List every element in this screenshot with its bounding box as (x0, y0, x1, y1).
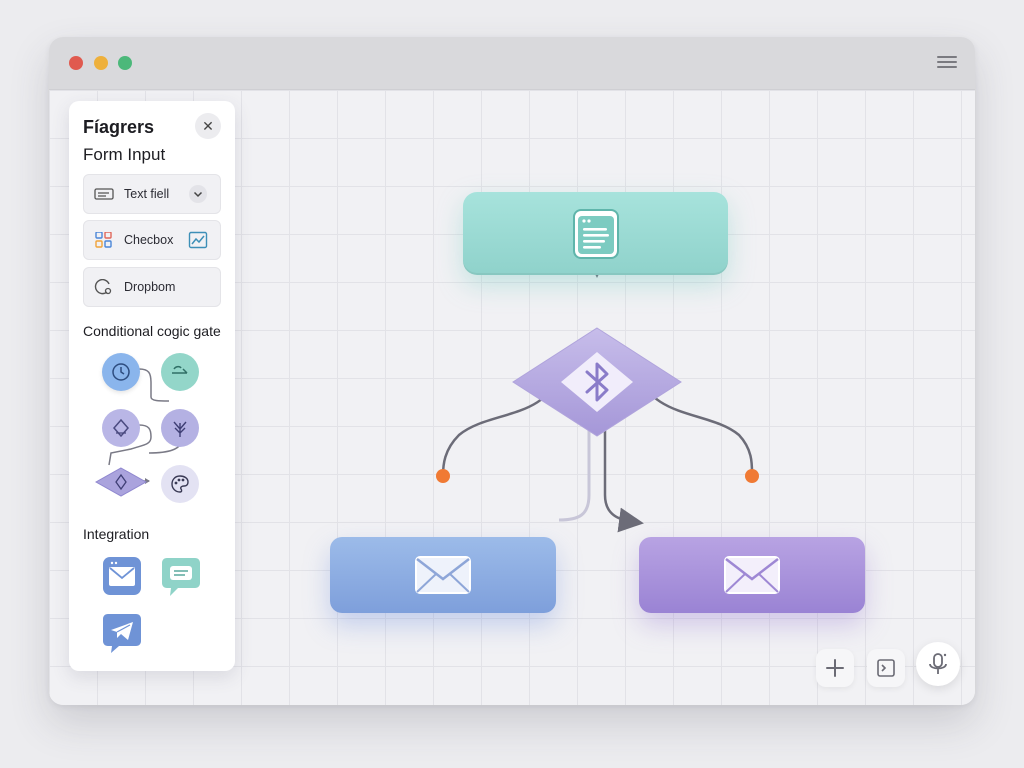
clock-gate-node[interactable] (102, 353, 140, 391)
mail-integration[interactable] (102, 556, 142, 596)
logic-gate-heading: Conditional cogic gate (83, 323, 221, 339)
component-text-field[interactable]: Text fiell (83, 174, 221, 214)
diamond-shape (512, 327, 682, 437)
logic-gate-palette (89, 353, 229, 513)
component-label: Text fiell (124, 187, 170, 201)
dropdown-icon (94, 279, 112, 295)
chat-integration[interactable] (161, 556, 201, 596)
add-button[interactable] (816, 649, 854, 687)
telegram-icon (103, 614, 141, 653)
logic-gate-node[interactable] (511, 326, 683, 438)
component-label: Dropbom (124, 280, 176, 294)
title-bar (49, 37, 975, 90)
hamburger-icon[interactable] (937, 53, 957, 73)
minimize-window-button[interactable] (94, 56, 108, 70)
envelope-icon (724, 556, 780, 594)
port-left-node (436, 469, 450, 483)
terminal-icon (877, 659, 895, 677)
email-action-node-right[interactable] (639, 537, 865, 613)
component-label: Checbox (124, 233, 174, 247)
chart-icon (188, 231, 208, 249)
form-input-heading: Form Input (83, 145, 166, 164)
console-button[interactable] (867, 649, 905, 687)
branch-icon (173, 421, 187, 437)
app-window: Fíagrers ✕ Form Input Text fiell Checbox (49, 37, 975, 705)
port-right-node (745, 469, 759, 483)
panel-title: Fíagrers (83, 117, 155, 137)
chat-icon (162, 558, 200, 596)
form-input-node[interactable] (463, 192, 728, 275)
integration-heading: Integration (83, 526, 150, 542)
close-window-button[interactable] (69, 56, 83, 70)
telegram-integration[interactable] (102, 612, 142, 653)
palette-icon (171, 475, 189, 493)
text-field-icon (94, 188, 114, 200)
email-action-node-left[interactable] (330, 537, 556, 613)
arrow-redirect-icon (172, 365, 188, 374)
logic-diamond-node[interactable] (94, 467, 148, 497)
component-panel: Fíagrers ✕ Form Input Text fiell Checbox (69, 101, 235, 671)
component-dropdown[interactable]: Dropbom (83, 267, 221, 307)
envelope-icon (415, 556, 471, 594)
clock-icon (112, 363, 130, 381)
form-document-icon (572, 208, 619, 259)
logic-diamond-icon (94, 467, 148, 497)
microphone-icon (929, 653, 947, 674)
palette-gate-node[interactable] (161, 465, 199, 503)
plus-icon (826, 659, 844, 677)
diamond-icon (113, 418, 129, 438)
diamond-gate-node[interactable] (102, 409, 140, 447)
mail-icon (103, 557, 141, 595)
voice-button[interactable] (916, 642, 960, 686)
chevron-down-icon[interactable] (188, 184, 208, 204)
redirect-gate-node[interactable] (161, 353, 199, 391)
branch-gate-node[interactable] (161, 409, 199, 447)
close-icon[interactable]: ✕ (195, 113, 221, 139)
grid-icon (95, 232, 112, 248)
component-checkbox[interactable]: Checbox (83, 220, 221, 260)
maximize-window-button[interactable] (118, 56, 132, 70)
